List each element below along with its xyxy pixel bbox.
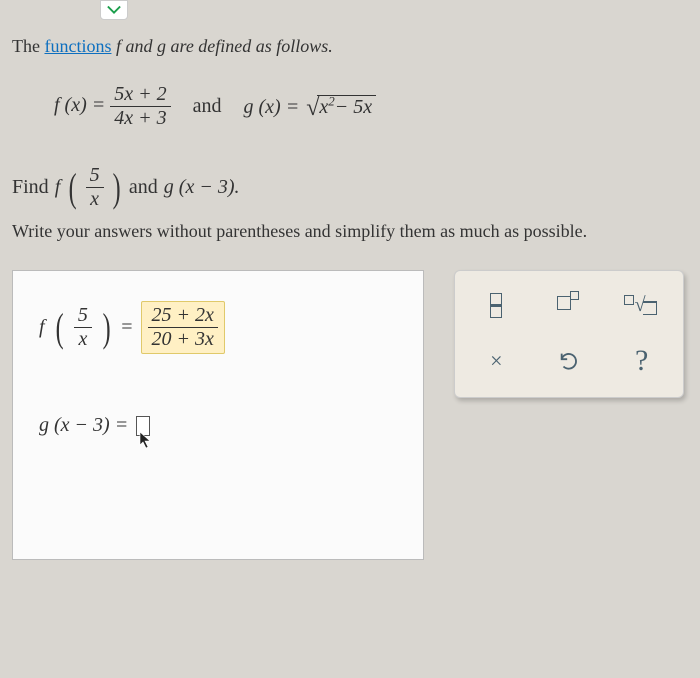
fraction-tool[interactable]: [465, 281, 527, 329]
intro-text: The functions f and g are defined as fol…: [12, 36, 688, 57]
answer-f-row: f ( 5 x ) = 25 + 2x 20 + 3x: [39, 301, 397, 354]
undo-button[interactable]: [538, 337, 600, 385]
g-definition: g (x) = x2− 5x: [244, 93, 377, 120]
answer-f-input[interactable]: 25 + 2x 20 + 3x: [141, 301, 225, 354]
instruction-text: Write your answers without parentheses a…: [12, 221, 688, 242]
nth-root-tool[interactable]: √: [611, 281, 673, 329]
help-button[interactable]: ?: [611, 337, 673, 385]
exponent-tool[interactable]: [538, 281, 600, 329]
answer-g-row: g (x − 3) =: [39, 414, 397, 437]
answer-g-input[interactable]: [136, 416, 150, 436]
clear-button[interactable]: ×: [465, 337, 527, 385]
question-content: The functions f and g are defined as fol…: [12, 36, 688, 560]
answer-box: f ( 5 x ) = 25 + 2x 20 + 3x: [12, 270, 424, 560]
f-definition: f (x) = 5x + 2 4x + 3: [54, 83, 171, 130]
functions-link[interactable]: functions: [44, 36, 111, 56]
dropdown-chevron[interactable]: [100, 0, 128, 20]
definitions: f (x) = 5x + 2 4x + 3 and g (x) = x2− 5x: [54, 83, 688, 130]
task-line: Find f ( 5 x ) and g (x − 3).: [12, 164, 688, 211]
math-toolbox: √ × ?: [454, 270, 684, 398]
cursor-icon: [139, 431, 153, 449]
undo-icon: [558, 350, 580, 372]
